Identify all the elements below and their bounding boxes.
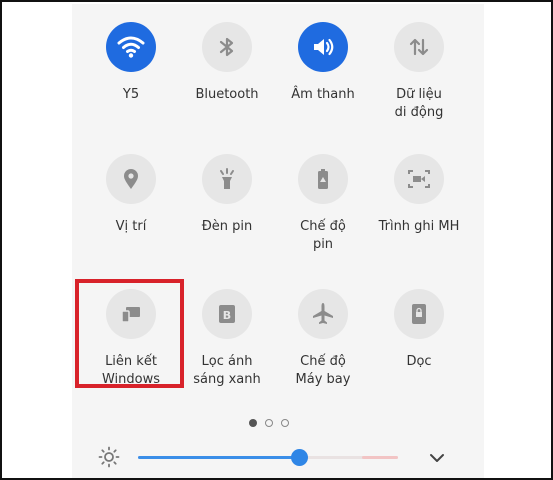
- tile-blue-light-filter[interactable]: B Lọc ánh sáng xanh: [177, 289, 277, 389]
- portrait-lock-icon: [394, 289, 444, 339]
- battery-saver-icon: [298, 154, 348, 204]
- flashlight-icon: [202, 154, 252, 204]
- svg-text:B: B: [223, 309, 231, 322]
- tile-label: Y5: [122, 87, 140, 102]
- brightness-control: [94, 442, 454, 472]
- tile-flashlight[interactable]: Đèn pin: [177, 154, 277, 236]
- tile-battery-saver[interactable]: Chế độ pin: [273, 154, 373, 254]
- brightness-slider-tail: [361, 456, 398, 459]
- tile-label: Lọc ánh sáng xanh: [193, 354, 261, 387]
- bluetooth-icon: [202, 22, 252, 72]
- mobile-data-icon: [394, 22, 444, 72]
- screen-recorder-icon: [394, 154, 444, 204]
- tile-location[interactable]: Vị trí: [81, 154, 181, 236]
- brightness-slider-fill: [138, 456, 300, 459]
- tile-label: Âm thanh: [291, 87, 355, 102]
- brightness-slider-thumb[interactable]: [291, 449, 309, 466]
- wifi-icon: [106, 22, 156, 72]
- page-indicator: [249, 419, 289, 427]
- tile-screen-recorder[interactable]: Trình ghi MH: [369, 154, 469, 236]
- tile-wifi[interactable]: Y5: [81, 22, 181, 104]
- airplane-icon: [298, 289, 348, 339]
- location-icon: [106, 154, 156, 204]
- tile-bluetooth[interactable]: Bluetooth: [177, 22, 277, 104]
- tile-mobile-data[interactable]: Dữ liệu di động: [369, 22, 469, 122]
- tile-label: Đèn pin: [201, 219, 253, 234]
- brightness-slider[interactable]: [138, 449, 398, 466]
- tile-label: Dữ liệu di động: [394, 87, 444, 120]
- tile-label: Vị trí: [115, 219, 147, 234]
- page-dot[interactable]: [281, 419, 289, 427]
- page-dot[interactable]: [265, 419, 273, 427]
- tile-sound[interactable]: Âm thanh: [273, 22, 373, 104]
- page-dot-active[interactable]: [249, 419, 257, 427]
- tile-label: Dọc: [406, 354, 432, 369]
- sun-icon: [98, 446, 120, 468]
- tile-label: Trình ghi MH: [378, 219, 460, 234]
- blue-light-filter-icon: B: [202, 289, 252, 339]
- chevron-down-icon[interactable]: [428, 451, 446, 465]
- tile-label: Chế độ pin: [300, 219, 346, 252]
- highlight-box: [75, 279, 184, 388]
- tile-portrait-lock[interactable]: Dọc: [369, 289, 469, 371]
- tile-label: Bluetooth: [195, 87, 259, 102]
- sound-icon: [298, 22, 348, 72]
- tile-label: Chế độ Máy bay: [295, 354, 351, 387]
- tile-airplane-mode[interactable]: Chế độ Máy bay: [273, 289, 373, 389]
- screenshot-frame: Y5 Bluetooth Âm thanh Dữ liệu di động Vị…: [0, 0, 553, 480]
